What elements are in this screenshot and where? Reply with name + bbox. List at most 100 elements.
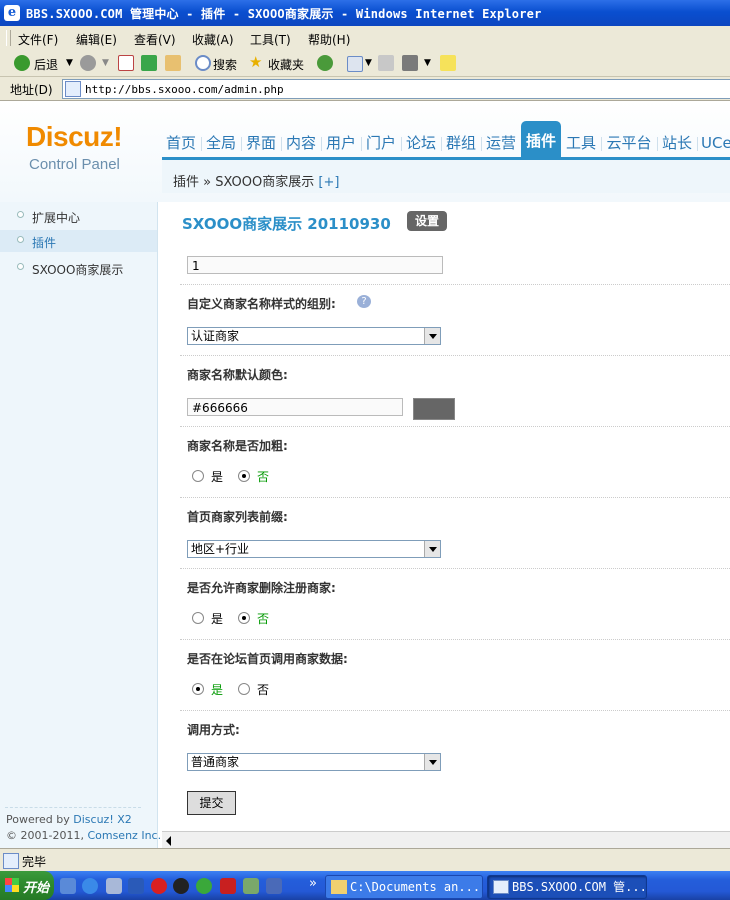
start-button[interactable]: 开始 [0,871,54,900]
nav-operations[interactable]: 运营 [482,129,520,157]
ie-logo-icon: e [4,5,20,21]
allow-delete-yes-radio[interactable] [192,612,204,624]
nav-home[interactable]: 首页 [162,129,200,157]
allow-delete-no-radio[interactable] [238,612,250,624]
settings-button[interactable]: 设置 [407,211,447,231]
nav-global[interactable]: 全局 [202,129,240,157]
row-divider [180,639,730,640]
favorites-star-icon[interactable]: ★ [249,53,262,71]
group-style-select[interactable]: 认证商家 [187,327,441,345]
stop-icon[interactable] [118,55,134,71]
menu-edit[interactable]: 编辑(E) [76,31,117,48]
menu-help[interactable]: 帮助(H) [308,31,350,48]
edit-icon[interactable] [402,55,418,71]
menu-favorites[interactable]: 收藏(A) [192,31,234,48]
home-icon[interactable] [165,55,181,71]
window-title: BBS.SXOOO.COM 管理中心 - 插件 - SXOOO商家展示 - Wi… [26,7,542,21]
allow-delete-label: 是否允许商家删除注册商家: [187,581,336,595]
nav-tools[interactable]: 工具 [562,129,600,157]
sidebar-item-extension-center[interactable]: 扩展中心 [0,205,157,227]
add-shortcut-button[interactable]: [+] [318,175,339,190]
quicklaunch-tool-icon[interactable] [243,878,259,894]
quicklaunch-opera-icon[interactable] [151,878,167,894]
bold-yes-radio[interactable] [192,470,204,482]
quicklaunch-film-icon[interactable] [266,878,282,894]
comsenz-link[interactable]: Comsenz Inc. [87,829,161,842]
mail-dropdown-icon[interactable]: ▼ [365,58,372,68]
menu-file[interactable]: 文件(F) [18,31,58,48]
scroll-left-arrow-icon[interactable] [166,836,171,846]
help-icon[interactable]: ? [357,295,371,308]
nav-plugins[interactable]: 插件 [521,121,561,157]
bold-no-label[interactable]: 否 [257,468,269,485]
row-divider [180,568,730,569]
allow-delete-yes-label[interactable]: 是 [211,610,223,627]
dropdown-arrow-icon[interactable] [424,541,440,557]
call-method-select[interactable]: 普通商家 [187,753,441,771]
discuz-link[interactable]: Discuz! X2 [73,813,132,826]
back-button-label[interactable]: 后退 [34,56,58,73]
sidebar-item-plugins[interactable]: 插件 [0,230,157,252]
history-icon[interactable] [317,55,333,71]
quicklaunch-overflow-icon[interactable]: » [309,876,317,891]
search-button-label[interactable]: 搜索 [213,56,237,73]
quicklaunch-ie-icon[interactable] [82,878,98,894]
quicklaunch-green-icon[interactable] [196,878,212,894]
nav-cloud[interactable]: 云平台 [602,129,656,157]
nav-content[interactable]: 内容 [282,129,320,157]
task-ie-window[interactable]: BBS.SXOOO.COM 管... [487,875,647,899]
quicklaunch-desktop-icon[interactable] [60,878,76,894]
toolbar-grip [6,30,11,46]
first-setting-input[interactable]: 1 [187,256,443,274]
search-icon[interactable] [195,55,211,71]
back-dropdown-icon[interactable]: ▼ [66,58,73,68]
quicklaunch-app-icon[interactable] [128,878,144,894]
windows-flag-icon [5,878,19,892]
note-icon[interactable] [440,55,456,71]
discuz-logo[interactable]: Discuz! [26,121,123,153]
nav-groups[interactable]: 群组 [442,129,480,157]
allow-delete-no-label[interactable]: 否 [257,610,269,627]
sidebar-divider [5,807,141,808]
nav-users[interactable]: 用户 [322,129,360,157]
bold-yes-label[interactable]: 是 [211,468,223,485]
forum-call-yes-radio[interactable] [192,683,204,695]
color-swatch-button[interactable] [413,398,455,420]
list-prefix-select[interactable]: 地区+行业 [187,540,441,558]
bold-no-radio[interactable] [238,470,250,482]
window-title-bar: e BBS.SXOOO.COM 管理中心 - 插件 - SXOOO商家展示 - … [0,0,730,26]
edit-dropdown-icon[interactable]: ▼ [424,58,431,68]
nav-ucenter[interactable]: UCenter [698,129,730,157]
submit-button[interactable]: 提交 [187,791,236,815]
default-color-input[interactable]: #666666 [187,398,403,416]
quicklaunch-qq-icon[interactable] [173,878,189,894]
forum-call-no-radio[interactable] [238,683,250,695]
breadcrumb: 插件 » SXOOO商家展示 [+] [173,171,339,190]
menu-view[interactable]: 查看(V) [134,31,176,48]
nav-webmaster[interactable]: 站长 [658,129,696,157]
sidebar-item-sxooo-showcase[interactable]: SXOOO商家展示 [0,257,157,279]
address-input[interactable]: http://bbs.sxooo.com/admin.php [62,79,730,99]
nav-forum[interactable]: 论坛 [402,129,440,157]
back-arrow-icon[interactable] [14,55,30,71]
forum-call-no-label[interactable]: 否 [257,681,269,698]
task-explorer-window[interactable]: C:\Documents an... [325,875,483,899]
quicklaunch-flash-icon[interactable] [220,878,236,894]
breadcrumb-path: 插件 » SXOOO商家展示 [173,175,315,190]
nav-interface[interactable]: 界面 [242,129,280,157]
forward-arrow-icon[interactable] [80,55,96,71]
dropdown-arrow-icon[interactable] [424,754,440,770]
nav-portal[interactable]: 门户 [362,129,400,157]
sidebar-item-label: 扩展中心 [32,211,81,225]
print-icon[interactable] [378,55,394,71]
horizontal-scrollbar[interactable] [162,831,730,848]
mail-icon[interactable] [347,56,363,72]
forward-dropdown-icon[interactable]: ▼ [102,58,109,68]
dropdown-arrow-icon[interactable] [424,328,440,344]
favorites-button-label[interactable]: 收藏夹 [268,56,304,73]
menu-tools[interactable]: 工具(T) [250,31,291,48]
address-url[interactable]: http://bbs.sxooo.com/admin.php [85,83,284,96]
forum-call-yes-label[interactable]: 是 [211,681,223,698]
refresh-icon[interactable] [141,55,157,71]
quicklaunch-media-icon[interactable] [106,878,122,894]
